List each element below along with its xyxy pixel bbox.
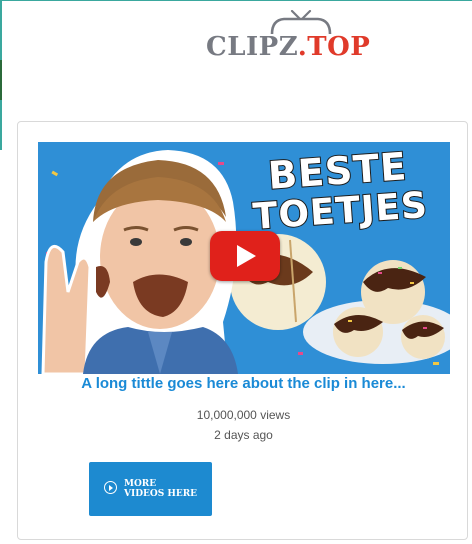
play-button[interactable]: [210, 231, 280, 281]
more-videos-button[interactable]: MORE VIDEOS HERE: [89, 462, 212, 516]
play-icon: [237, 245, 256, 267]
upload-age: 2 days ago: [214, 428, 273, 442]
site-logo[interactable]: CLIPZ.TOP: [206, 10, 376, 72]
more-videos-line1: MORE: [124, 479, 157, 489]
more-videos-label: MORE VIDEOS HERE: [124, 479, 197, 499]
logo-brand: CLIPZ: [206, 32, 298, 62]
logo-tld: TOP: [307, 32, 371, 62]
thumbnail-title: BESTE TOETJES: [232, 143, 447, 239]
logo-text: CLIPZ.TOP: [206, 32, 370, 62]
view-count: 10,000,000 views: [196, 408, 291, 422]
video-thumbnail[interactable]: BESTE TOETJES: [38, 142, 450, 374]
window-left-accent: [0, 60, 2, 100]
play-circle-icon: [104, 481, 117, 494]
window-top-border: [0, 0, 472, 1]
more-videos-line2: VIDEOS HERE: [124, 489, 198, 499]
video-card: BESTE TOETJES A long tittle goes here ab…: [17, 121, 468, 540]
clip-title-link[interactable]: A long tittle goes here about the clip i…: [18, 375, 469, 392]
logo-dot: .: [297, 32, 308, 62]
